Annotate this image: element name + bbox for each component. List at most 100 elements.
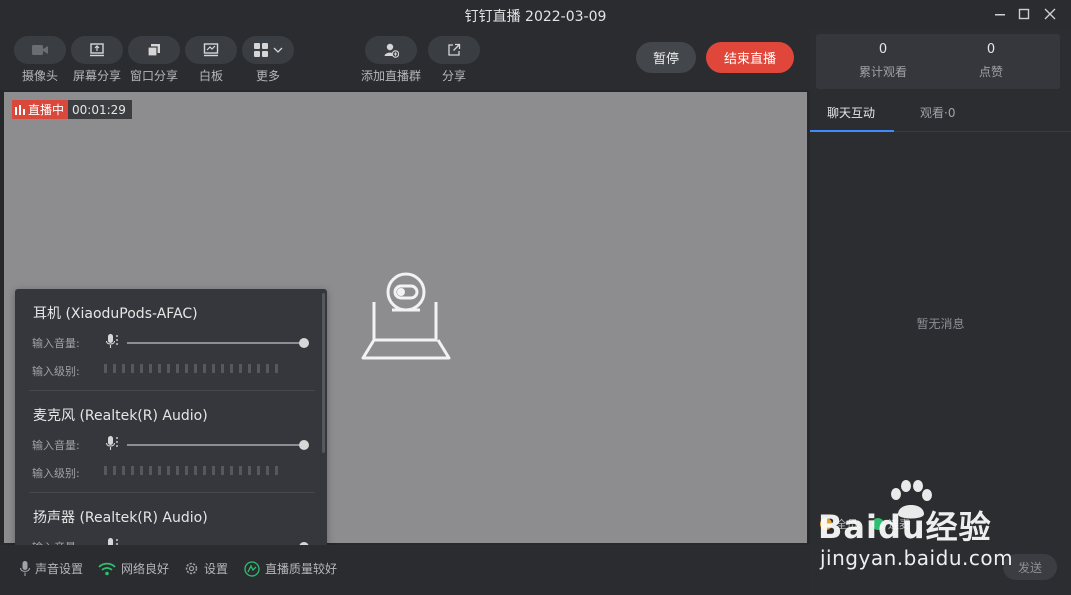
network-status: 网络良好 xyxy=(98,560,169,577)
microphone-icon xyxy=(20,560,30,576)
sound-settings-button[interactable]: 声音设置 xyxy=(20,560,83,577)
end-live-button[interactable]: 结束直播 xyxy=(706,42,794,73)
level-bar xyxy=(266,466,269,475)
audio-device-speaker: 扬声器 (Realtek(R) Audio) 输入音量: xyxy=(15,493,321,548)
camera-button[interactable]: 摄像头 xyxy=(13,36,67,84)
toolbar: 摄像头 屏幕分享 窗口分享 白板 更多 添加直播群 分享 暂停 结束直播 xyxy=(0,28,810,90)
pause-button[interactable]: 暂停 xyxy=(636,42,696,73)
audio-device-microphone: 麦克风 (Realtek(R) Audio) 输入音量: 输入级别: xyxy=(15,391,321,493)
close-icon xyxy=(1044,8,1056,20)
more-label: 更多 xyxy=(255,69,280,83)
level-bar xyxy=(167,364,170,373)
level-bar xyxy=(203,364,206,373)
share-button[interactable]: 分享 xyxy=(427,36,481,84)
input-level-label: 输入级别: xyxy=(32,467,80,480)
level-bar xyxy=(275,364,278,373)
tab-viewers[interactable]: 观看·0 xyxy=(920,104,955,121)
whiteboard-icon xyxy=(203,43,219,57)
chat-option-co-host-label: 连麦 xyxy=(888,518,910,531)
slider-knob[interactable] xyxy=(299,338,309,348)
send-button[interactable]: 发送 xyxy=(1003,554,1057,580)
live-status-badge: 直播中 00:01:29 xyxy=(12,100,132,119)
status-bar: 声音设置 网络良好 设置 直播质量较好 xyxy=(0,545,810,595)
maximize-button[interactable] xyxy=(1014,4,1034,24)
more-button[interactable]: 更多 xyxy=(241,36,295,84)
add-live-group-pill xyxy=(365,36,417,64)
gear-icon xyxy=(185,562,198,575)
window-share-icon xyxy=(147,44,160,57)
screen-share-icon xyxy=(90,43,104,57)
add-live-group-button[interactable]: 添加直播群 xyxy=(360,36,422,84)
device-name: 麦克风 (Realtek(R) Audio) xyxy=(33,408,208,424)
grid-icon xyxy=(253,43,268,57)
sound-settings-label: 声音设置 xyxy=(35,562,84,576)
level-bar xyxy=(149,364,152,373)
title-bar: 钉钉直播 2022-03-09 xyxy=(0,0,1071,28)
level-bar xyxy=(248,466,251,475)
level-bar xyxy=(230,466,233,475)
whiteboard-button[interactable]: 白板 xyxy=(184,36,238,84)
level-bar xyxy=(194,466,197,475)
input-volume-slider[interactable] xyxy=(127,440,309,450)
popup-scrollbar[interactable] xyxy=(322,293,325,453)
level-bar xyxy=(239,466,242,475)
interaction-panel: 0 累计观看 0 点赞 聊天互动 观看·0 暂无消息 全员 连麦 发送 xyxy=(810,28,1071,595)
level-bar xyxy=(257,466,260,475)
more-pill xyxy=(242,36,294,64)
slider-knob[interactable] xyxy=(299,440,309,450)
all-members-icon xyxy=(820,518,832,530)
total-views-stat: 0 累计观看 xyxy=(828,42,938,80)
add-group-icon xyxy=(384,43,399,58)
level-bar xyxy=(140,364,143,373)
empty-chat-message: 暂无消息 xyxy=(916,317,965,331)
level-bar xyxy=(230,364,233,373)
input-level-label: 输入级别: xyxy=(32,365,80,378)
level-bar xyxy=(275,466,278,475)
input-level-meter xyxy=(104,466,278,475)
wifi-icon xyxy=(98,562,116,575)
minimize-button[interactable] xyxy=(990,4,1010,24)
screen-share-button[interactable]: 屏幕分享 xyxy=(70,36,124,84)
level-bar xyxy=(113,364,116,373)
network-status-label: 网络良好 xyxy=(121,562,170,576)
close-button[interactable] xyxy=(1040,4,1060,24)
chat-option-all-label: 全员 xyxy=(836,518,858,531)
share-icon xyxy=(448,43,461,56)
screen-share-pill xyxy=(71,36,123,64)
input-volume-slider[interactable] xyxy=(127,338,309,348)
stream-quality-label: 直播质量较好 xyxy=(265,562,338,576)
audio-device-headset: 耳机 (XiaoduPods-AFAC) 输入音量: 输入级别: xyxy=(15,289,321,391)
camera-icon xyxy=(32,45,48,55)
microphone-icon xyxy=(106,436,118,450)
level-bar xyxy=(167,466,170,475)
input-level-meter xyxy=(104,364,278,373)
maximize-icon xyxy=(1018,8,1030,20)
level-bar xyxy=(185,466,188,475)
settings-button[interactable]: 设置 xyxy=(184,560,228,577)
camera-label: 摄像头 xyxy=(21,69,58,83)
level-bar xyxy=(176,466,179,475)
active-tab-indicator xyxy=(810,130,894,132)
level-bar xyxy=(140,466,143,475)
level-bar xyxy=(149,466,152,475)
camera-off-laptop-icon xyxy=(361,272,451,360)
camera-pill xyxy=(14,36,66,64)
chat-option-co-host[interactable]: 连麦 xyxy=(872,516,910,532)
level-bar xyxy=(176,364,179,373)
level-bar xyxy=(221,364,224,373)
chat-options: 全员 连麦 xyxy=(820,516,910,532)
live-tag: 直播中 xyxy=(12,100,69,119)
window-share-pill xyxy=(128,36,180,64)
chat-option-all[interactable]: 全员 xyxy=(820,516,858,532)
whiteboard-label: 白板 xyxy=(198,69,223,83)
audio-settings-popup: 耳机 (XiaoduPods-AFAC) 输入音量: 输入级别: 麦克风 (Re… xyxy=(15,289,327,548)
chat-input[interactable] xyxy=(820,553,995,581)
live-tag-label: 直播中 xyxy=(28,103,65,117)
co-host-icon xyxy=(872,518,884,530)
chevron-down-icon xyxy=(273,47,282,53)
window-share-button[interactable]: 窗口分享 xyxy=(127,36,181,84)
level-bar xyxy=(185,364,188,373)
level-bar xyxy=(194,364,197,373)
tab-chat[interactable]: 聊天互动 xyxy=(827,104,875,121)
screen-share-label: 屏幕分享 xyxy=(72,69,121,83)
